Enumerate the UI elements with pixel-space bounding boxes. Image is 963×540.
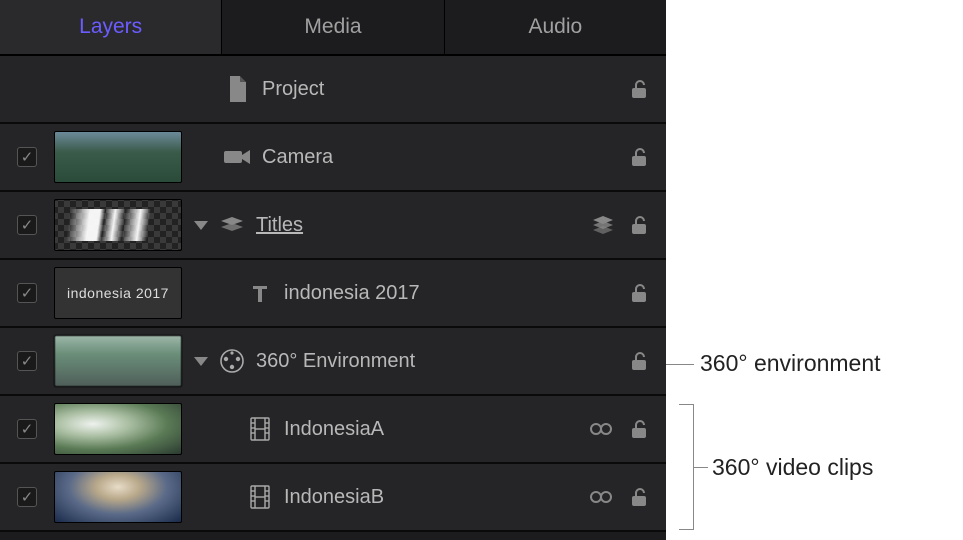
thumbnail bbox=[54, 471, 182, 523]
callout-leader-line bbox=[694, 467, 708, 468]
thumbnail bbox=[54, 199, 182, 251]
callout-bracket bbox=[680, 404, 694, 530]
layer-row-text[interactable]: indonesia 2017 indonesia 2017 bbox=[0, 260, 666, 328]
thumbnail bbox=[54, 335, 182, 387]
thumbnail bbox=[54, 403, 182, 455]
titles-label: Titles bbox=[256, 214, 303, 237]
camera-label: Camera bbox=[262, 146, 333, 169]
visibility-checkbox[interactable] bbox=[17, 147, 37, 167]
callout-area: 360° environment 360° video clips bbox=[672, 0, 963, 540]
visibility-checkbox[interactable] bbox=[17, 487, 37, 507]
360-environment-icon bbox=[218, 347, 246, 375]
layer-row-clip-a[interactable]: IndonesiaA bbox=[0, 396, 666, 464]
filmstrip-icon bbox=[246, 415, 274, 443]
tab-audio[interactable]: Audio bbox=[445, 0, 666, 54]
visibility-checkbox[interactable] bbox=[17, 419, 37, 439]
callout-clips: 360° video clips bbox=[712, 454, 873, 481]
link-icon[interactable] bbox=[588, 421, 614, 437]
text-icon bbox=[246, 279, 274, 307]
layer-row-camera[interactable]: Camera bbox=[0, 124, 666, 192]
360-environment-label: 360° Environment bbox=[256, 350, 415, 373]
layer-row-clip-b[interactable]: IndonesiaB bbox=[0, 464, 666, 532]
project-icon bbox=[224, 75, 252, 103]
disclosure-triangle[interactable] bbox=[194, 221, 208, 230]
tab-bar: Layers Media Audio bbox=[0, 0, 666, 56]
tab-media[interactable]: Media bbox=[222, 0, 444, 54]
disclosure-triangle[interactable] bbox=[194, 357, 208, 366]
visibility-checkbox[interactable] bbox=[17, 283, 37, 303]
visibility-checkbox[interactable] bbox=[17, 215, 37, 235]
clip-b-label: IndonesiaB bbox=[284, 486, 384, 509]
thumbnail bbox=[54, 131, 182, 183]
group-layers-icon bbox=[218, 211, 246, 239]
lock-icon[interactable] bbox=[628, 214, 650, 236]
link-icon[interactable] bbox=[588, 489, 614, 505]
callout-environment: 360° environment bbox=[700, 350, 881, 377]
clip-a-label: IndonesiaA bbox=[284, 418, 384, 441]
layer-row-360-environment[interactable]: 360° Environment bbox=[0, 328, 666, 396]
filmstrip-icon bbox=[246, 483, 274, 511]
lock-icon[interactable] bbox=[628, 282, 650, 304]
lock-icon[interactable] bbox=[628, 78, 650, 100]
lock-icon[interactable] bbox=[628, 146, 650, 168]
visibility-checkbox[interactable] bbox=[17, 351, 37, 371]
tab-layers[interactable]: Layers bbox=[0, 0, 222, 54]
lock-icon[interactable] bbox=[628, 486, 650, 508]
lock-icon[interactable] bbox=[628, 350, 650, 372]
layers-panel: Layers Media Audio Project bbox=[0, 0, 666, 540]
layer-row-titles[interactable]: Titles bbox=[0, 192, 666, 260]
thumbnail: indonesia 2017 bbox=[54, 267, 182, 319]
layer-row-project[interactable]: Project bbox=[0, 56, 666, 124]
text-layer-label: indonesia 2017 bbox=[284, 282, 420, 305]
camera-icon bbox=[224, 143, 252, 171]
callout-leader-line bbox=[666, 364, 694, 365]
project-label: Project bbox=[262, 78, 324, 101]
lock-icon[interactable] bbox=[628, 418, 650, 440]
stack-icon[interactable] bbox=[592, 215, 614, 235]
